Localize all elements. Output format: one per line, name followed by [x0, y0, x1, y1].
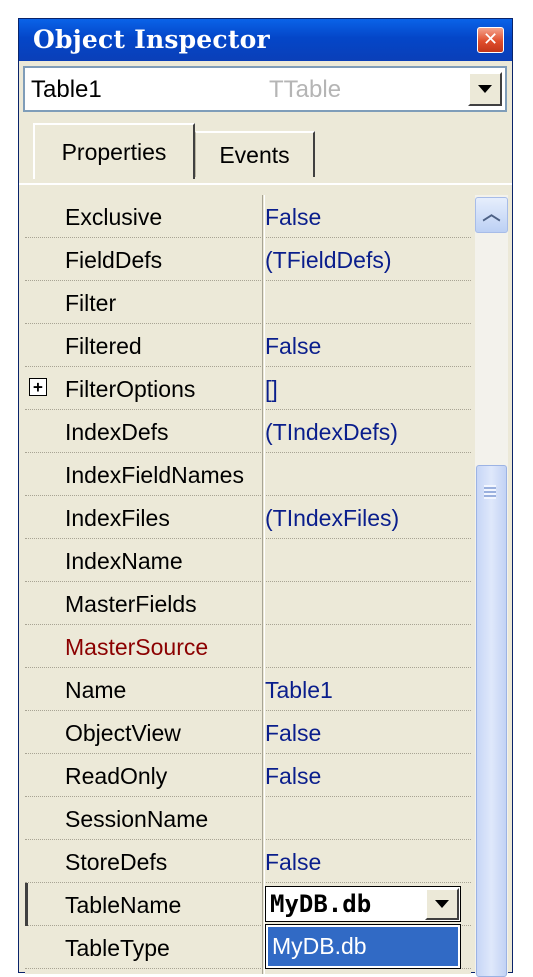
property-name: IndexDefs: [65, 419, 169, 445]
scroll-thumb[interactable]: [476, 465, 507, 977]
property-value[interactable]: (TIndexFiles): [265, 505, 399, 532]
chevron-down-icon: [435, 900, 449, 908]
property-row[interactable]: TableName MyDB.db: [25, 883, 471, 926]
property-value[interactable]: False: [265, 849, 321, 876]
component-type: TTable: [269, 76, 342, 103]
property-value[interactable]: False: [265, 763, 321, 790]
property-row[interactable]: IndexDefs (TIndexDefs): [25, 410, 471, 453]
property-grid: Exclusive False FieldDefs (TFieldDefs) Filte…: [25, 195, 471, 974]
property-value[interactable]: False: [265, 720, 321, 747]
component-selector[interactable]: Table1 TTable: [23, 66, 507, 112]
property-name: Filter: [65, 290, 117, 316]
property-row[interactable]: Filtered False: [25, 324, 471, 367]
property-name: FieldDefs: [65, 247, 163, 273]
property-name: MasterFields: [65, 591, 197, 617]
column-divider[interactable]: [262, 195, 265, 974]
property-row[interactable]: SessionName: [25, 797, 471, 840]
property-name: Exclusive: [65, 204, 163, 230]
property-name: ReadOnly: [65, 763, 168, 789]
value-dropdown-button[interactable]: [425, 888, 459, 920]
scroll-up-button[interactable]: ︿: [475, 197, 508, 233]
property-row[interactable]: + FilterOptions []: [25, 367, 471, 410]
property-value[interactable]: False: [265, 333, 321, 360]
property-row[interactable]: Filter: [25, 281, 471, 324]
vertical-scrollbar[interactable]: ︿: [475, 195, 508, 977]
close-icon: ✕: [482, 29, 499, 50]
property-value: MyDB.db: [270, 890, 372, 918]
property-value[interactable]: (TIndexDefs): [265, 419, 398, 446]
title-bar[interactable]: Object Inspector ✕: [19, 19, 512, 61]
property-name: SessionName: [65, 806, 209, 832]
property-row[interactable]: IndexFiles (TIndexFiles): [25, 496, 471, 539]
value-dropdown-list: MyDB.db: [265, 924, 461, 969]
tab-strip: Properties Events: [25, 123, 505, 185]
property-value[interactable]: (TFieldDefs): [265, 247, 392, 274]
property-row[interactable]: FieldDefs (TFieldDefs): [25, 238, 471, 281]
property-row[interactable]: Exclusive False: [25, 195, 471, 238]
property-name: ObjectView: [65, 720, 181, 746]
property-row[interactable]: MasterSource: [25, 625, 471, 668]
property-name: Name: [65, 677, 127, 703]
chevron-down-icon: [478, 85, 492, 93]
property-row[interactable]: StoreDefs False: [25, 840, 471, 883]
tab-events[interactable]: Events: [195, 131, 315, 177]
property-name: FilterOptions: [65, 376, 196, 402]
property-row[interactable]: ObjectView False: [25, 711, 471, 754]
property-name: StoreDefs: [65, 849, 168, 875]
property-name: TableType: [65, 935, 170, 961]
object-inspector-window: Object Inspector ✕ Table1 TTable Propert…: [18, 18, 513, 977]
property-value-editor[interactable]: MyDB.db: [265, 886, 461, 922]
tab-properties[interactable]: Properties: [33, 123, 195, 179]
property-name: IndexFieldNames: [65, 462, 244, 488]
property-value[interactable]: Table1: [265, 677, 333, 704]
expand-icon[interactable]: +: [29, 378, 47, 396]
close-button[interactable]: ✕: [477, 27, 504, 53]
property-name: TableName: [65, 892, 182, 918]
property-value[interactable]: False: [265, 204, 321, 231]
dropdown-option[interactable]: MyDB.db: [268, 927, 458, 966]
property-row[interactable]: IndexFieldNames: [25, 453, 471, 496]
scroll-thumb-grip: [484, 485, 496, 499]
component-selector-dropdown-button[interactable]: [468, 72, 502, 106]
property-name: MasterSource: [65, 634, 209, 660]
property-name: IndexName: [65, 548, 183, 574]
property-value[interactable]: []: [265, 376, 278, 403]
property-name: IndexFiles: [65, 505, 170, 531]
tab-divider: [19, 183, 512, 185]
property-row[interactable]: MasterFields: [25, 582, 471, 625]
property-row[interactable]: ReadOnly False: [25, 754, 471, 797]
component-name: Table1: [31, 76, 102, 103]
window-title: Object Inspector: [33, 25, 270, 54]
property-name: Filtered: [65, 333, 142, 359]
property-row[interactable]: Name Table1: [25, 668, 471, 711]
property-row[interactable]: IndexName: [25, 539, 471, 582]
chevron-up-icon: ︿: [482, 204, 501, 225]
